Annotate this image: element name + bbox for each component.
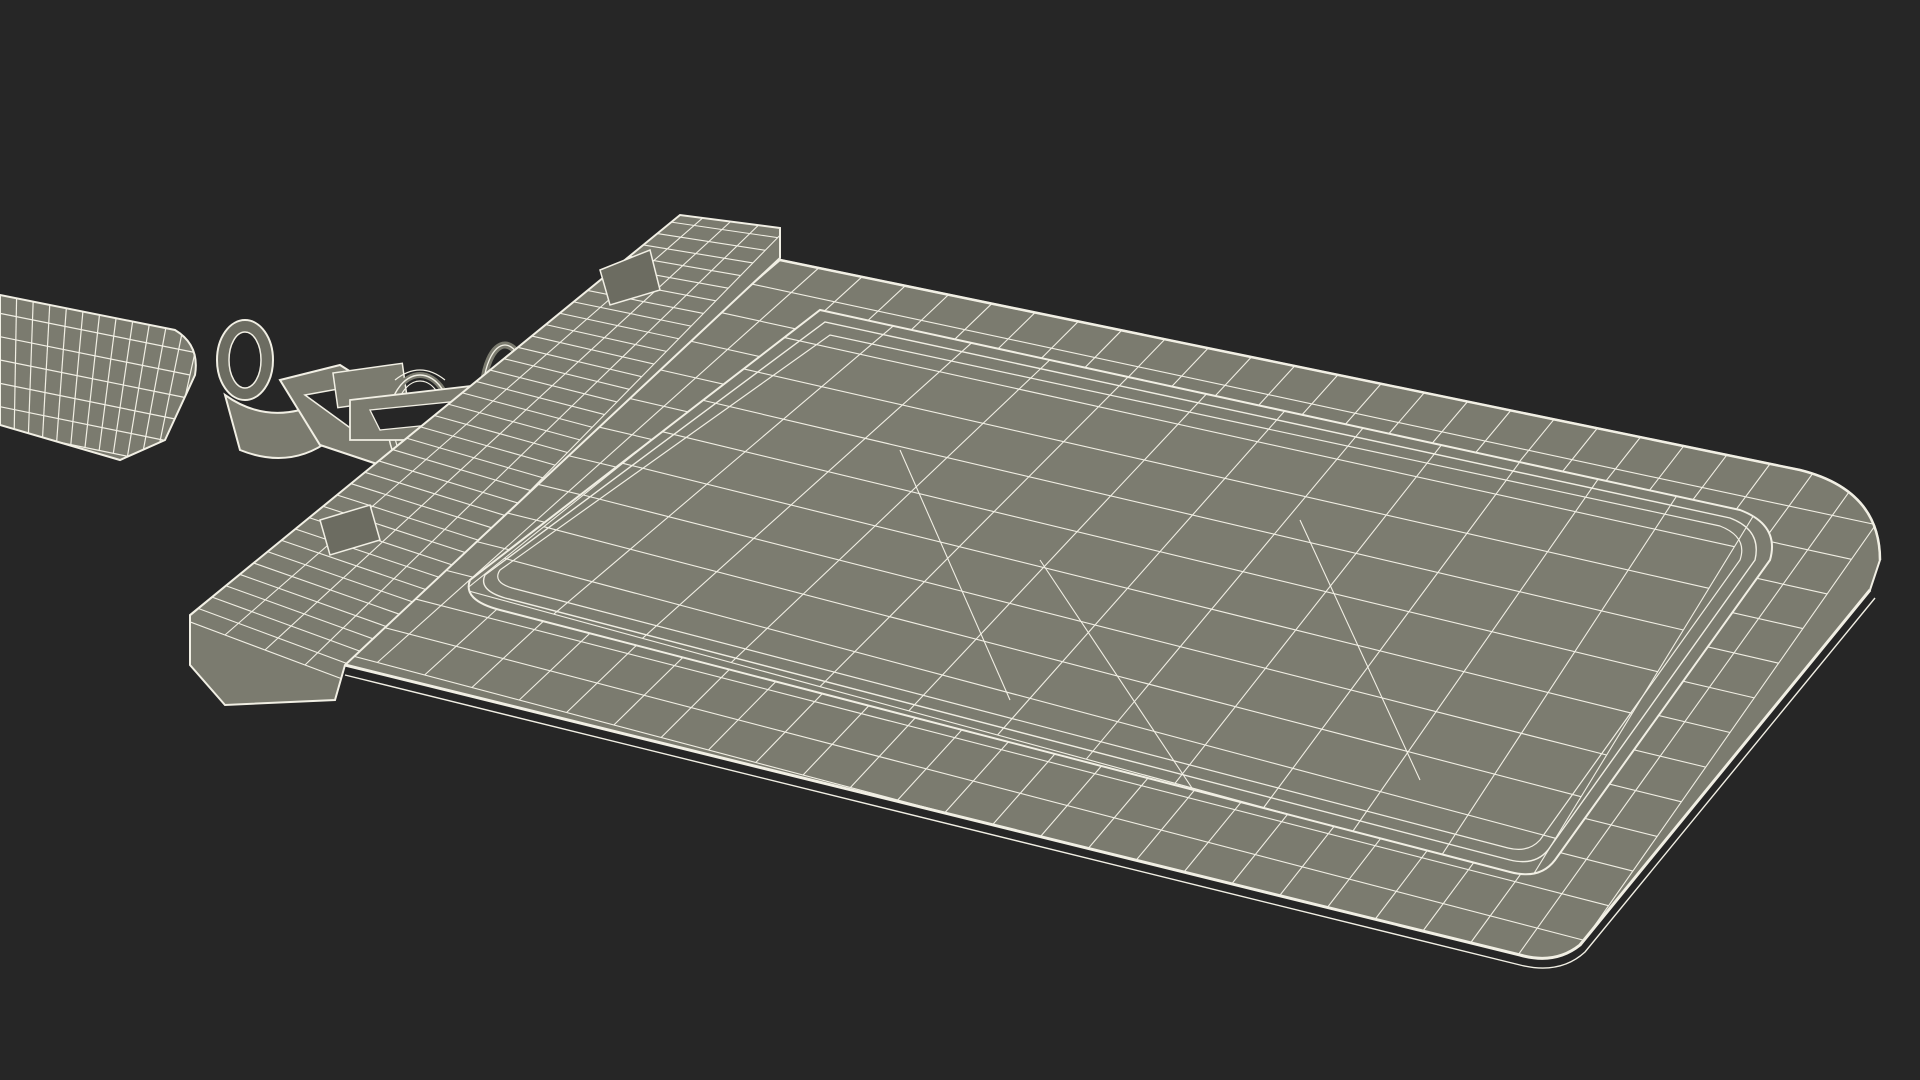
render-viewport xyxy=(0,0,1920,1080)
wireframe-render xyxy=(0,0,1920,1080)
